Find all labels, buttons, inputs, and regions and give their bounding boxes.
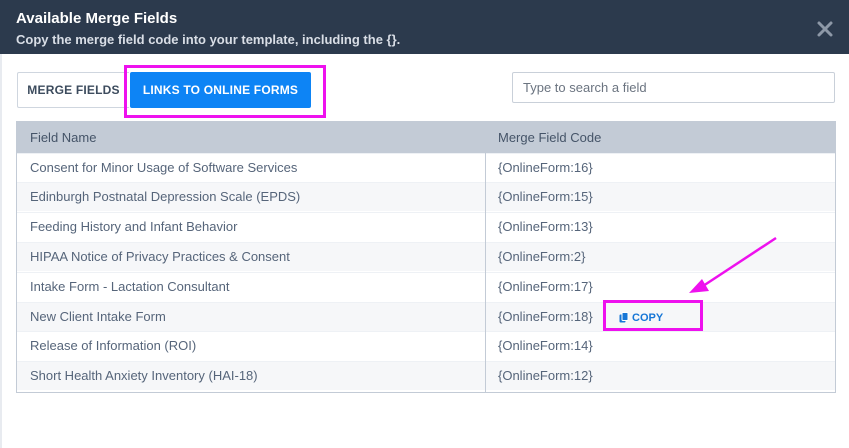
table-row[interactable]: Intake Form - Lactation Consultant {Onli… [17, 272, 835, 301]
merge-code-cell: {OnlineForm:13} [498, 219, 593, 234]
merge-code-cell: {OnlineForm:15} [498, 189, 593, 204]
table-row-hovered[interactable]: New Client Intake Form {OnlineForm:18} C… [17, 302, 835, 331]
field-name-cell: Intake Form - Lactation Consultant [30, 279, 230, 294]
copy-label: COPY [632, 311, 664, 324]
table-row[interactable]: Short Health Anxiety Inventory (HAI-18) … [17, 361, 835, 390]
field-name-cell: New Client Intake Form [30, 309, 166, 324]
tab-merge-fields[interactable]: MERGE FIELDS [17, 72, 129, 108]
table-row[interactable]: Consent for Minor Usage of Software Serv… [17, 153, 835, 182]
table-row[interactable]: Feeding History and Infant Behavior {Onl… [17, 212, 835, 241]
copy-button[interactable]: COPY [619, 303, 663, 332]
field-name-cell: Feeding History and Infant Behavior [30, 219, 238, 234]
tab-links-to-online-forms[interactable]: LINKS TO ONLINE FORMS [130, 72, 311, 108]
merge-code-cell: {OnlineForm:18} [498, 309, 593, 324]
merge-code-cell: {OnlineForm:17} [498, 279, 593, 294]
table-header: Field Name Merge Field Code [17, 122, 835, 153]
field-name-cell: HIPAA Notice of Privacy Practices & Cons… [30, 249, 290, 264]
field-name-cell: Release of Information (ROI) [30, 338, 197, 353]
modal-subtitle: Copy the merge field code into your temp… [16, 32, 401, 47]
field-name-cell: Edinburgh Postnatal Depression Scale (EP… [30, 189, 301, 204]
table-row[interactable]: Release of Information (ROI) {OnlineForm… [17, 331, 835, 360]
modal-header: Available Merge Fields Copy the merge fi… [0, 0, 849, 54]
merge-fields-modal: Available Merge Fields Copy the merge fi… [0, 0, 849, 448]
field-name-cell: Short Health Anxiety Inventory (HAI-18) [30, 368, 258, 383]
merge-code-cell: {OnlineForm:14} [498, 338, 593, 353]
column-header-merge-field-code: Merge Field Code [498, 130, 602, 145]
field-name-cell: Consent for Minor Usage of Software Serv… [30, 160, 298, 175]
merge-code-cell: {OnlineForm:12} [498, 368, 593, 383]
merge-fields-table: Field Name Merge Field Code Consent for … [16, 121, 836, 393]
search-input[interactable] [512, 72, 835, 103]
table-row[interactable]: HIPAA Notice of Privacy Practices & Cons… [17, 242, 835, 271]
merge-code-cell: {OnlineForm:16} [498, 160, 593, 175]
copy-icon [619, 312, 629, 323]
modal-body-edge [0, 54, 2, 448]
merge-code-cell: {OnlineForm:2} [498, 249, 586, 264]
close-icon [817, 21, 833, 37]
column-divider [485, 122, 486, 392]
column-header-field-name: Field Name [30, 130, 97, 145]
table-row[interactable]: Edinburgh Postnatal Depression Scale (EP… [17, 182, 835, 211]
close-button[interactable] [814, 18, 836, 40]
modal-title: Available Merge Fields [16, 10, 178, 27]
